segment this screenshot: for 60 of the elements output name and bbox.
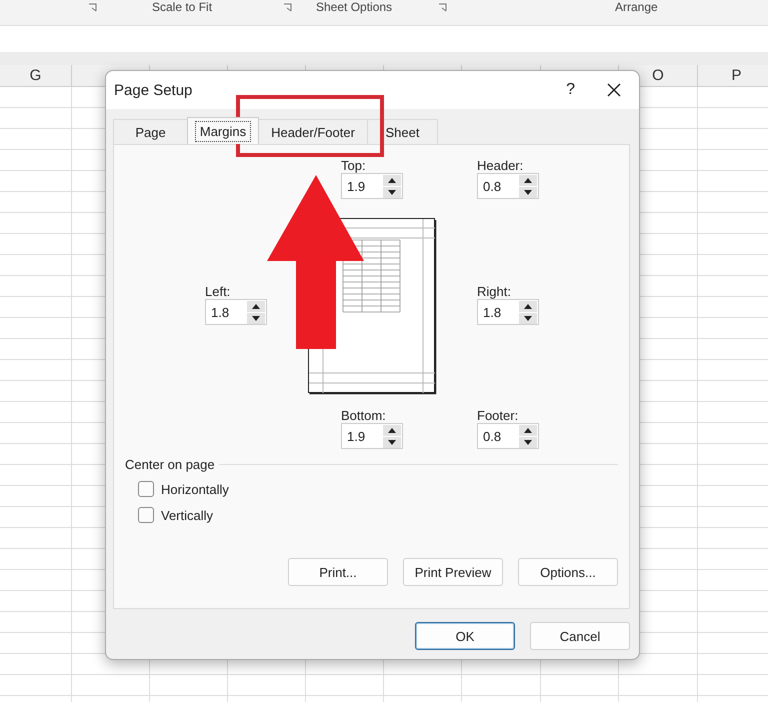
field-label: Footer: xyxy=(477,409,518,423)
spin-box[interactable]: 1.8 xyxy=(205,299,267,325)
dialog-launcher-icon[interactable] xyxy=(283,3,292,12)
field-label: Top: xyxy=(341,159,366,173)
checkbox[interactable] xyxy=(138,481,154,497)
tab[interactable]: Sheet xyxy=(367,119,438,144)
spin-up-button[interactable] xyxy=(519,300,537,312)
spin-box[interactable]: 0.8 xyxy=(477,423,539,449)
dialog-launcher-icon[interactable] xyxy=(438,3,447,12)
down-caret-icon xyxy=(524,190,532,194)
button[interactable]: Print Preview xyxy=(403,558,503,586)
spin-box[interactable]: 1.8 xyxy=(477,299,539,325)
button[interactable]: Print... xyxy=(288,558,388,586)
field-label: Header: xyxy=(477,159,524,173)
field-label: Bottom: xyxy=(341,409,386,423)
up-caret-icon xyxy=(524,304,532,308)
column-header: P xyxy=(698,65,768,86)
spin-box[interactable]: 1.9 xyxy=(341,423,403,449)
checkbox-option[interactable]: Vertically xyxy=(138,506,618,524)
spin-down-button[interactable] xyxy=(247,312,265,324)
dialog-title: Page Setup xyxy=(114,82,192,98)
spin-up-button[interactable] xyxy=(247,300,265,312)
group-label: Arrange xyxy=(615,1,658,14)
button[interactable]: Options... xyxy=(518,558,618,586)
field-label: Left: xyxy=(205,285,230,299)
checkbox-option[interactable]: Horizontally xyxy=(138,480,618,498)
up-caret-icon xyxy=(524,428,532,432)
tab[interactable]: Margins xyxy=(187,117,259,144)
button[interactable]: Cancel xyxy=(530,622,630,650)
spin-box[interactable]: 1.9 xyxy=(341,173,403,199)
dialog-launcher-icon[interactable] xyxy=(88,3,97,12)
down-caret-icon xyxy=(388,190,396,194)
up-caret-icon xyxy=(388,428,396,432)
button[interactable]: OK xyxy=(415,622,515,650)
up-caret-icon xyxy=(388,178,396,182)
spin-up-button[interactable] xyxy=(519,424,537,436)
tab[interactable]: Page xyxy=(113,119,188,144)
spin-down-button[interactable] xyxy=(519,186,537,198)
down-caret-icon xyxy=(388,440,396,444)
up-caret-icon xyxy=(252,304,260,308)
column-header: G xyxy=(0,65,72,86)
up-caret-icon xyxy=(524,178,532,182)
spin-down-button[interactable] xyxy=(383,186,401,198)
spin-up-button[interactable] xyxy=(383,424,401,436)
down-caret-icon xyxy=(524,316,532,320)
down-caret-icon xyxy=(252,316,260,320)
spin-down-button[interactable] xyxy=(383,436,401,448)
checkbox[interactable] xyxy=(138,507,154,523)
down-caret-icon xyxy=(524,440,532,444)
group-label: Scale to Fit xyxy=(152,1,212,14)
field-label: Right: xyxy=(477,285,511,299)
group-label: Sheet Options xyxy=(316,1,392,14)
spin-down-button[interactable] xyxy=(519,312,537,324)
spin-down-button[interactable] xyxy=(519,436,537,448)
spin-box[interactable]: 0.8 xyxy=(477,173,539,199)
spin-up-button[interactable] xyxy=(383,174,401,186)
section-label: Center on page xyxy=(125,457,215,472)
spin-up-button[interactable] xyxy=(519,174,537,186)
close-icon xyxy=(607,83,621,97)
help-button[interactable]: ? xyxy=(560,81,581,99)
